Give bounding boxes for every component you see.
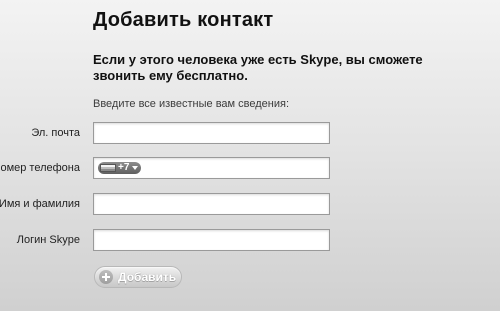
skype-login-field[interactable] (94, 230, 329, 250)
full-name-label: Имя и фамилия (0, 198, 80, 210)
phone-field-box: +7 (93, 157, 330, 179)
add-contact-dialog: Добавить контакт Если у этого человека у… (0, 0, 500, 311)
dialog-title: Добавить контакт (93, 9, 274, 31)
name-row: Имя и фамилия (0, 193, 500, 215)
add-button-label: Добавить (118, 270, 177, 284)
instructions-text: Введите все известные вам сведения: (93, 98, 290, 110)
email-field[interactable] (94, 123, 329, 143)
phone-field[interactable] (150, 158, 329, 178)
email-field-box (93, 122, 330, 144)
phone-label: Номер телефона (0, 162, 80, 174)
dialog-subtitle: Если у этого человека уже есть Skype, вы… (93, 52, 423, 83)
email-row: Эл. почта (0, 122, 500, 144)
email-label: Эл. почта (31, 127, 80, 139)
full-name-field[interactable] (94, 194, 329, 214)
add-contact-button[interactable]: Добавить (94, 266, 182, 288)
full-name-field-box (93, 193, 330, 215)
chevron-down-icon (132, 166, 139, 170)
country-code-selector[interactable]: +7 (98, 162, 142, 174)
skype-login-field-box (93, 229, 330, 251)
phone-row: Номер телефона +7 (0, 157, 500, 179)
flag-icon (100, 164, 116, 172)
plus-icon (99, 270, 113, 284)
skype-login-label: Логин Skype (16, 234, 80, 246)
skype-login-row: Логин Skype (0, 229, 500, 251)
dial-code: +7 (118, 162, 130, 173)
